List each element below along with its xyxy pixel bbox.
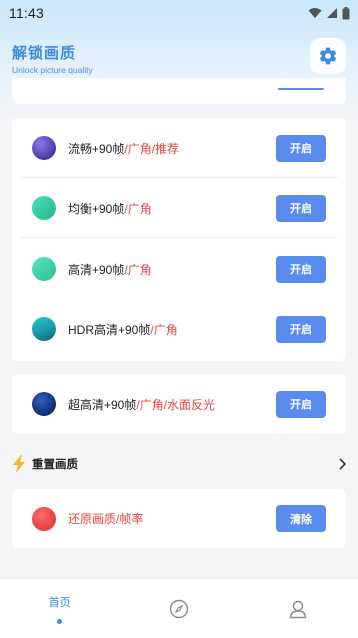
bottom-nav: 首页 (0, 578, 358, 638)
quality-option-row: 流畅+90帧/广角/推荐 开启 (12, 118, 346, 178)
quality-option-label: 高清+90帧/广角 (68, 262, 152, 277)
red-orb-icon (32, 506, 56, 531)
enable-button[interactable]: 开启 (276, 134, 326, 162)
status-bar: 11:43 (0, 0, 358, 26)
purple-orb-icon (32, 136, 56, 160)
reset-card: 还原画质/帧率 清除 (12, 489, 346, 548)
person-icon (290, 600, 307, 618)
quality-option-label: 流畅+90帧/广角/推荐 (68, 141, 180, 156)
teal-orb-icon (32, 196, 56, 220)
quality-option-row: HDR高清+90帧/广角 开启 (12, 299, 346, 359)
nav-home[interactable]: 首页 (0, 579, 119, 638)
quality-option-row: 高清+90帧/广角 开启 (12, 239, 346, 299)
divider (20, 237, 338, 238)
reset-section-header[interactable]: 重置画质 (12, 452, 346, 476)
clear-button[interactable]: 清除 (276, 505, 326, 532)
active-indicator (57, 618, 63, 624)
chevron-right-icon (339, 458, 346, 470)
scrolled-card-button[interactable] (278, 88, 324, 90)
wifi-icon (308, 8, 322, 18)
quality-option-label: HDR高清+90帧/广角 (68, 322, 178, 337)
page-header: 解锁画质 Unlock picture quality (12, 42, 93, 75)
reset-section-title: 重置画质 (32, 459, 78, 471)
ultra-option-card: 超高清+90帧/广角/水面反光 开启 (12, 374, 346, 434)
enable-button[interactable]: 开启 (276, 194, 326, 222)
battery-icon (342, 6, 350, 19)
compass-icon (169, 599, 189, 618)
scrolled-card (12, 78, 346, 104)
reset-row: 还原画质/帧率 清除 (12, 489, 346, 548)
page-subtitle: Unlock picture quality (12, 65, 93, 75)
nav-profile[interactable] (239, 579, 358, 638)
status-icons (308, 6, 350, 20)
navy-orb-icon (32, 392, 56, 416)
settings-button[interactable] (310, 38, 346, 74)
quality-option-label: 超高清+90帧/广角/水面反光 (68, 397, 216, 412)
nav-home-label: 首页 (48, 596, 71, 609)
enable-button[interactable]: 开启 (276, 390, 326, 418)
quality-options-card: 流畅+90帧/广角/推荐 开启 均衡+90帧/广角 开启 高清+90帧/广角 开… (12, 118, 346, 361)
quality-option-row: 均衡+90帧/广角 开启 (12, 178, 346, 238)
page-title: 解锁画质 (12, 45, 77, 62)
enable-button[interactable]: 开启 (276, 255, 326, 283)
teal-orb-icon (32, 257, 56, 281)
quality-option-row: 超高清+90帧/广角/水面反光 开启 (12, 374, 346, 434)
gear-icon (319, 47, 337, 65)
quality-option-label: 均衡+90帧/广角 (68, 201, 152, 216)
reset-label: 还原画质/帧率 (68, 512, 144, 526)
hdr-orb-icon (32, 317, 56, 341)
nav-discover[interactable] (119, 579, 238, 638)
enable-button[interactable]: 开启 (276, 315, 326, 343)
lightning-icon (13, 455, 25, 473)
signal-icon (327, 8, 337, 18)
status-time: 11:43 (9, 5, 44, 21)
